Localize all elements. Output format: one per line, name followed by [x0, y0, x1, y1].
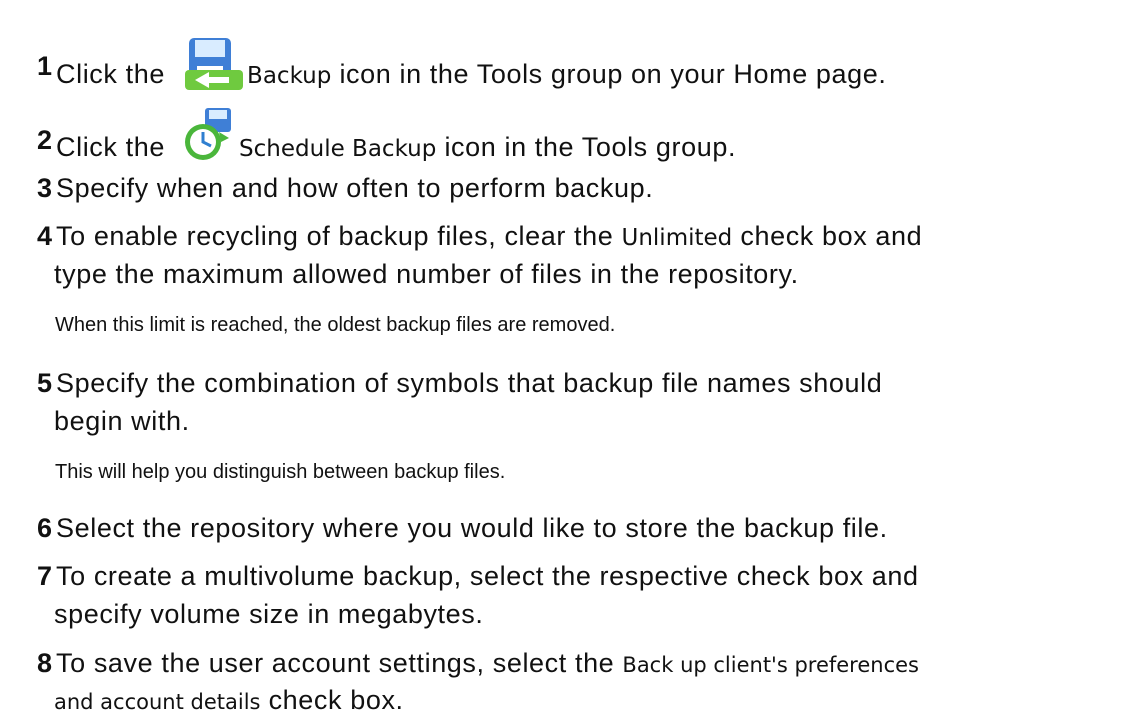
step-text: To save the user account settings, selec…: [56, 648, 623, 678]
step-text-continued: type the maximum allowed number of files…: [54, 259, 799, 289]
step-text: To enable recycling of backup files, cle…: [56, 221, 622, 251]
step-text: Select the repository where you would li…: [56, 513, 888, 543]
step-number: 3: [37, 173, 53, 203]
step-text-continued: specify volume size in megabytes.: [54, 599, 484, 629]
step-number: 6: [37, 513, 53, 543]
step-number: 1: [37, 51, 53, 81]
ui-label: Unlimited: [621, 225, 733, 251]
step-number: 5: [37, 368, 53, 398]
step-number: 2: [37, 125, 53, 155]
step-number: 7: [37, 561, 53, 591]
ui-label: Backup: [247, 63, 332, 90]
step-text-continued: begin with.: [54, 406, 190, 436]
step-5-note: This will help you distinguish between b…: [55, 461, 506, 483]
schedule-backup-icon: [183, 108, 235, 162]
step-text: Specify the combination of symbols that …: [56, 368, 883, 398]
step-text: Specify when and how often to perform ba…: [56, 173, 654, 203]
step-text-end: icon in the Tools group on your Home pag…: [331, 59, 887, 90]
step-text-end: check box.: [260, 685, 404, 715]
step-number: 8: [37, 648, 53, 678]
step-text: To create a multivolume backup, select t…: [56, 561, 919, 591]
instructions-page: 1 Click the Backup icon in the Tools gro…: [0, 0, 1133, 715]
step-4-note: When this limit is reached, the oldest b…: [55, 314, 616, 336]
step-text: Click the: [56, 59, 165, 90]
step-text: Click the: [56, 132, 165, 163]
ui-label: Back up client's preferences: [622, 653, 919, 677]
backup-icon: [183, 36, 245, 92]
ui-label: Schedule Backup: [239, 136, 437, 163]
ui-label-continued: and account details: [54, 690, 261, 714]
step-text-end: check box and: [732, 221, 923, 251]
step-text-end: icon in the Tools group.: [436, 132, 737, 163]
step-number: 4: [37, 221, 53, 251]
